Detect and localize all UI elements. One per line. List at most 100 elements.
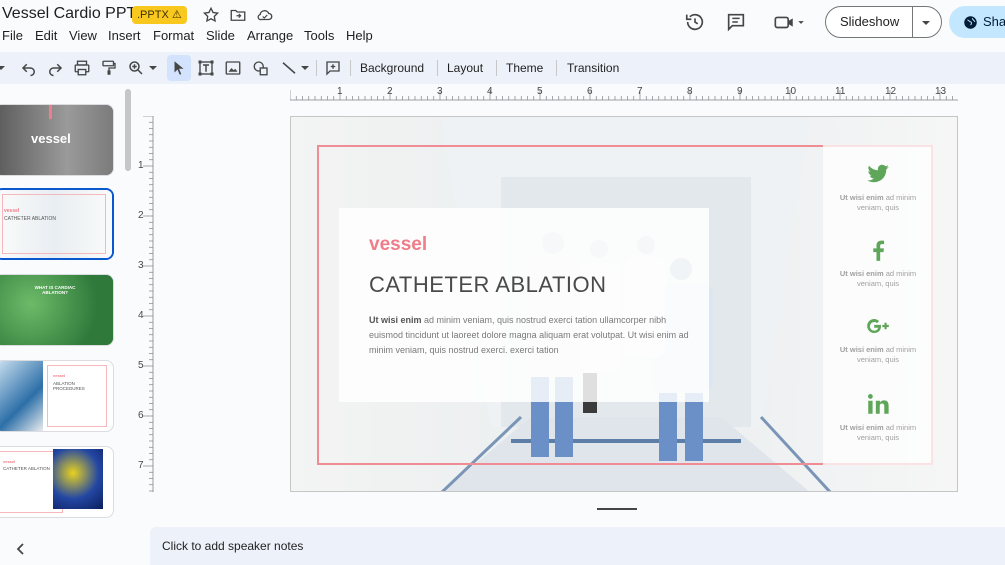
ruler-label: 11 xyxy=(835,86,846,97)
ruler-label: 7 xyxy=(138,460,144,471)
image-icon[interactable] xyxy=(224,59,242,77)
version-history-icon[interactable] xyxy=(684,11,706,33)
menu-format[interactable]: Format xyxy=(153,28,194,43)
document-title[interactable]: Vessel Cardio PPT xyxy=(2,5,136,23)
slide-thumbnail-selected[interactable]: vessel CATHETER ABLATION xyxy=(0,188,114,260)
ruler-label: 5 xyxy=(138,360,144,371)
thumbnail-title: CATHETER ABLATION xyxy=(3,466,50,471)
social-caption: Ut wisi enim ad minim veniam, quis xyxy=(839,345,917,364)
toolbar-divider xyxy=(437,60,438,76)
slide-title[interactable]: CATHETER ABLATION xyxy=(369,272,607,298)
thumbnail-title: ABLATION PROCEDURES xyxy=(53,381,85,391)
thumbnail-brand: vessel xyxy=(4,208,20,214)
menu-arrange[interactable]: Arrange xyxy=(247,28,293,43)
slide-filmstrip: vessel vessel CATHETER ABLATION WHAT IS … xyxy=(0,84,140,565)
theme-button[interactable]: Theme xyxy=(506,61,543,75)
slide-text-card[interactable]: vessel CATHETER ABLATION Ut wisi enim ad… xyxy=(339,208,709,402)
thumbnail-photo xyxy=(0,361,43,431)
slideshow-label: Slideshow xyxy=(840,14,900,29)
toolbar-divider xyxy=(350,60,351,76)
thumbnail-brand: vessel xyxy=(53,373,66,378)
transition-button[interactable]: Transition xyxy=(567,61,619,75)
chevron-down-icon[interactable] xyxy=(921,18,931,28)
chevron-down-icon[interactable] xyxy=(300,59,310,77)
ruler-label: 13 xyxy=(935,86,947,97)
slide-body-text[interactable]: Ut wisi enim ad minim veniam, quis nostr… xyxy=(369,313,689,358)
ruler-label: 8 xyxy=(687,86,693,97)
ruler-label: 4 xyxy=(138,310,144,321)
slide-canvas[interactable]: vessel CATHETER ABLATION Ut wisi enim ad… xyxy=(290,116,958,492)
toolbar-divider xyxy=(556,60,557,76)
ruler-label: 6 xyxy=(138,410,144,421)
background-button[interactable]: Background xyxy=(360,61,424,75)
twitter-icon xyxy=(867,164,889,183)
slideshow-button[interactable]: Slideshow xyxy=(825,6,942,38)
paint-format-icon[interactable] xyxy=(100,59,118,77)
toolbar-divider xyxy=(496,60,497,76)
slide-thumbnail[interactable]: vessel xyxy=(0,104,114,176)
share-button[interactable]: Sha xyxy=(949,6,1005,38)
menu-tools[interactable]: Tools xyxy=(304,28,334,43)
menu-insert[interactable]: Insert xyxy=(108,28,141,43)
ruler-label: 3 xyxy=(437,86,443,97)
ruler-label: 2 xyxy=(387,86,393,97)
speaker-notes-placeholder: Click to add speaker notes xyxy=(162,539,304,553)
zoom-icon[interactable] xyxy=(127,59,145,77)
ruler-label: 12 xyxy=(885,86,897,97)
menu-slide[interactable]: Slide xyxy=(206,28,235,43)
print-icon[interactable] xyxy=(73,59,91,77)
social-caption: Ut wisi enim ad minim veniam, quis xyxy=(839,193,917,212)
warning-icon: ⚠ xyxy=(171,9,182,21)
linkedin-icon xyxy=(868,394,889,414)
social-caption: Ut wisi enim ad minim veniam, quis xyxy=(839,269,917,288)
ruler-label: 1 xyxy=(138,160,144,171)
toolbar-divider xyxy=(316,60,317,76)
thumbnail-photo xyxy=(53,449,103,509)
select-cursor-icon[interactable] xyxy=(170,59,188,77)
star-icon[interactable] xyxy=(202,6,220,24)
speaker-notes-panel[interactable]: Click to add speaker notes xyxy=(150,527,1005,565)
comments-icon[interactable] xyxy=(725,11,747,33)
slide-thumbnail[interactable]: vessel ABLATION PROCEDURES xyxy=(0,360,114,432)
file-format-badge[interactable]: .PPTX ⚠ xyxy=(132,6,187,24)
share-label: Sha xyxy=(983,14,1005,29)
thumbnail-title: CATHETER ABLATION xyxy=(4,216,57,222)
ruler-label: 6 xyxy=(587,86,593,97)
filmstrip-scrollbar[interactable] xyxy=(125,89,131,171)
ruler-label: 7 xyxy=(637,86,643,97)
menu-file[interactable]: File xyxy=(2,28,23,43)
slide-brand[interactable]: vessel xyxy=(369,234,427,256)
move-to-folder-icon[interactable] xyxy=(229,6,247,24)
chevron-down-icon[interactable] xyxy=(0,59,6,77)
slide-thumbnail[interactable]: vessel CATHETER ABLATION xyxy=(0,446,114,518)
line-icon[interactable] xyxy=(280,59,298,77)
social-panel: Ut wisi enim ad minim veniam, quis Ut wi… xyxy=(823,145,933,465)
vertical-ruler[interactable] xyxy=(140,116,154,492)
undo-icon[interactable] xyxy=(20,59,38,77)
ruler-label: 4 xyxy=(487,86,493,97)
ruler-label: 1 xyxy=(337,86,343,97)
thumbnail-title: WHAT IS CARDIAC ABLATION? xyxy=(34,285,76,295)
redo-icon[interactable] xyxy=(46,59,64,77)
add-comment-icon[interactable] xyxy=(324,59,342,77)
ruler-label: 10 xyxy=(785,86,797,97)
chevron-down-icon[interactable] xyxy=(148,59,158,77)
text-box-icon[interactable] xyxy=(197,59,215,77)
collapse-filmstrip-icon[interactable] xyxy=(14,542,28,556)
file-format-label: .PPTX xyxy=(137,9,169,21)
body-lead: Ut wisi enim xyxy=(369,315,422,325)
layout-button[interactable]: Layout xyxy=(447,61,483,75)
slide-thumbnail[interactable]: WHAT IS CARDIAC ABLATION? xyxy=(0,274,114,346)
notes-resize-handle[interactable] xyxy=(597,508,637,510)
cloud-saved-icon[interactable] xyxy=(256,6,274,24)
menu-help[interactable]: Help xyxy=(346,28,373,43)
thumbnail-accent xyxy=(49,105,52,119)
thumbnail-brand: vessel xyxy=(3,459,16,464)
video-call-icon[interactable] xyxy=(772,11,808,33)
menu-view[interactable]: View xyxy=(69,28,97,43)
menu-edit[interactable]: Edit xyxy=(35,28,57,43)
shape-icon[interactable] xyxy=(252,59,270,77)
ruler-label: 2 xyxy=(138,210,144,221)
thumbnail-frame xyxy=(2,194,106,254)
google-plus-icon xyxy=(867,318,889,334)
